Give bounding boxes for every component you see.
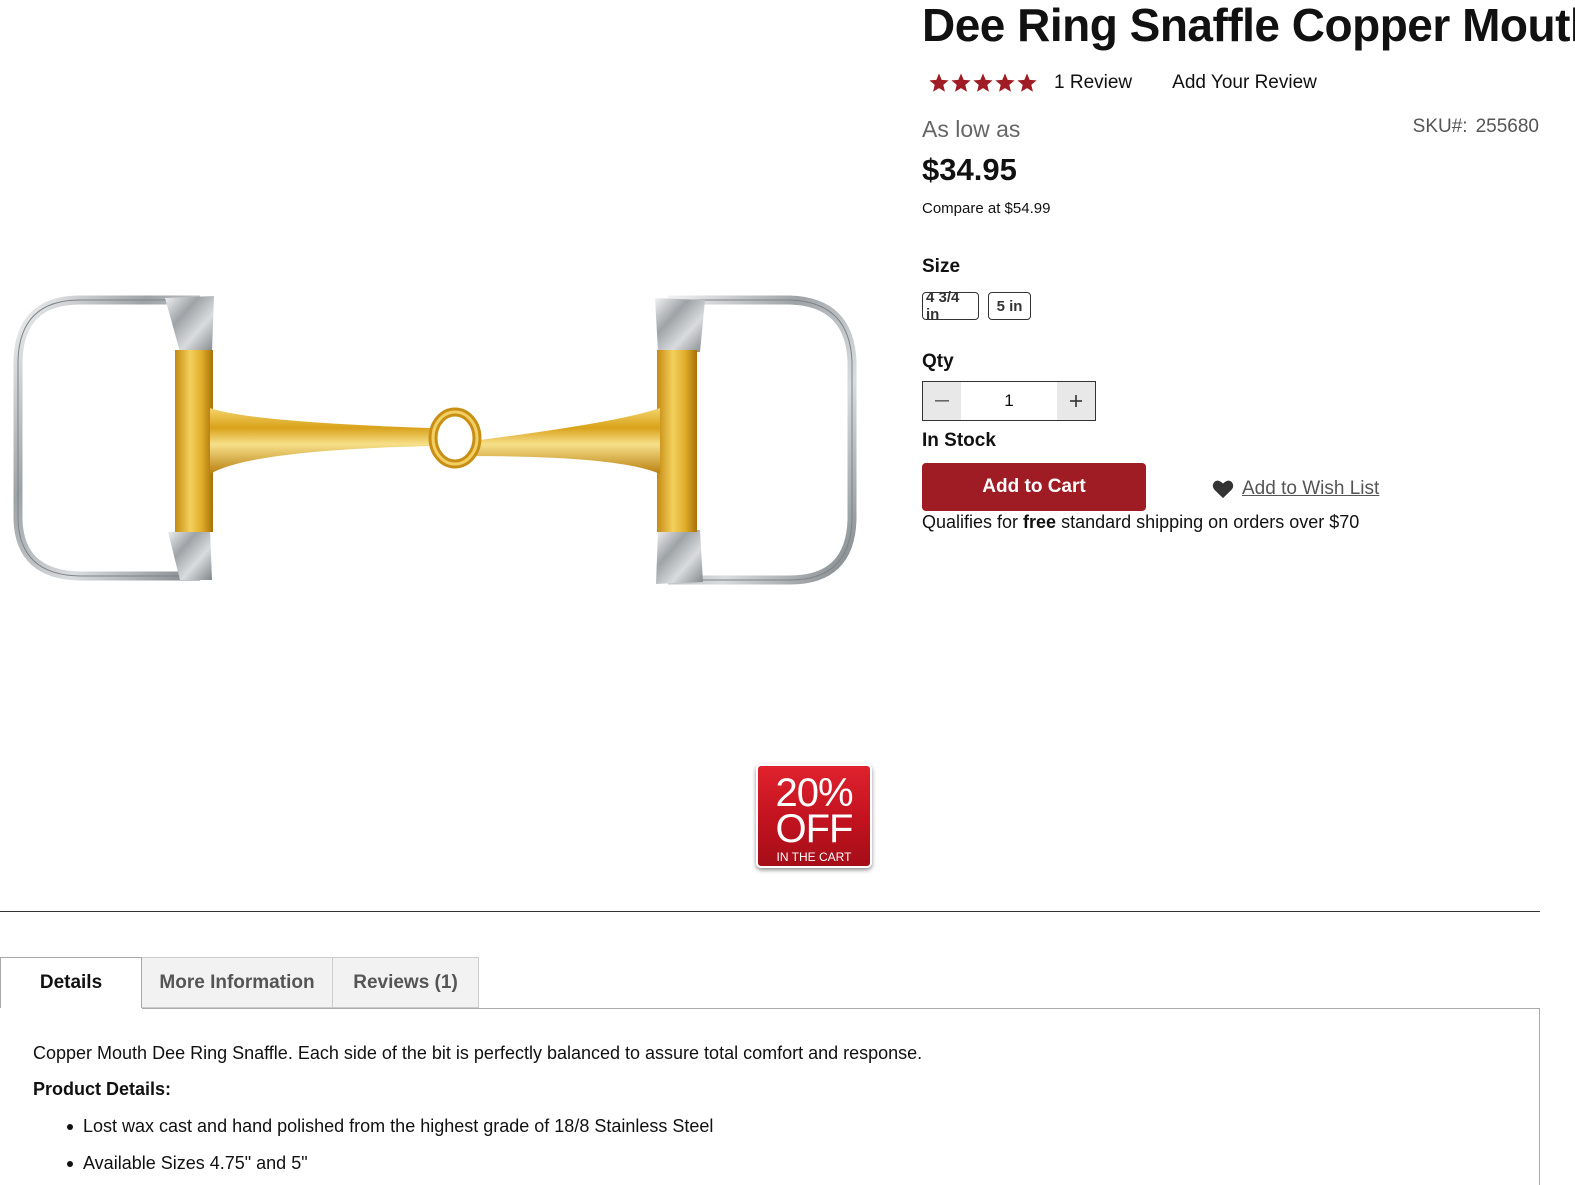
- sku-value: 255680: [1475, 116, 1539, 137]
- size-option-4-3-4-in[interactable]: 4 3/4 in: [922, 289, 979, 323]
- plus-icon: [1070, 395, 1082, 407]
- size-options: 4 3/4 in 5 in: [922, 289, 1031, 323]
- list-item-text: Available Sizes 4.75" and 5": [83, 1153, 308, 1173]
- list-item: Lost wax cast and hand polished from the…: [33, 1111, 713, 1148]
- product-title: Dee Ring Snaffle Copper Mouth: [922, 0, 1575, 51]
- size-option-5-in[interactable]: 5 in: [988, 292, 1031, 320]
- promo-percent: 20%: [775, 771, 853, 815]
- product-details-heading: Product Details:: [33, 1079, 172, 1099]
- star-rating[interactable]: [928, 72, 1038, 94]
- product-image[interactable]: [0, 250, 880, 630]
- qty-input[interactable]: 1: [961, 382, 1057, 420]
- snaffle-bit-illustration: [13, 295, 857, 585]
- compare-at-price: Compare at $54.99: [922, 200, 1051, 217]
- shipping-free: free: [1023, 512, 1057, 532]
- qty-decrease-button[interactable]: [923, 382, 961, 420]
- promo-off: OFF: [775, 807, 854, 851]
- qty-label: Qty: [922, 351, 954, 372]
- heart-icon: [1212, 480, 1234, 499]
- add-review-link[interactable]: Add Your Review: [1172, 72, 1317, 94]
- review-count: 1: [1054, 72, 1065, 93]
- star-icon: [1017, 73, 1037, 92]
- shipping-prefix: Qualifies for: [922, 512, 1024, 532]
- rating-row: 1 Review Add Your Review: [928, 66, 1317, 100]
- product-tabs: Details More Information Reviews (1): [0, 957, 479, 1009]
- review-label: Review: [1069, 72, 1133, 93]
- star-icon: [973, 73, 993, 92]
- product-price: $34.95: [922, 152, 1017, 187]
- active-tab-connector: [0, 1008, 142, 1010]
- review-count-link[interactable]: 1 Review: [1054, 72, 1132, 94]
- list-item: Available Sizes 4.75" and 5": [33, 1148, 713, 1185]
- section-divider: [0, 911, 1540, 912]
- sku-label: SKU#:: [1412, 116, 1468, 137]
- bullet-icon: [67, 1124, 73, 1130]
- shipping-suffix: standard shipping on orders over $70: [1056, 512, 1360, 532]
- product-details-list: Lost wax cast and hand polished from the…: [33, 1111, 713, 1185]
- shipping-note: Qualifies for free standard shipping on …: [922, 512, 1359, 533]
- promo-badge: 20% OFF IN THE CART: [756, 764, 872, 868]
- product-description: Copper Mouth Dee Ring Snaffle. Each side…: [33, 1043, 923, 1063]
- promo-subtext: IN THE CART: [776, 850, 852, 864]
- minus-icon: [935, 400, 949, 402]
- tab-reviews[interactable]: Reviews (1): [333, 957, 479, 1008]
- quantity-stepper: 1: [922, 381, 1096, 421]
- as-low-as-label: As low as: [922, 116, 1021, 142]
- add-to-wishlist-link[interactable]: Add to Wish List: [1212, 478, 1379, 500]
- star-icon: [995, 73, 1015, 92]
- tab-details[interactable]: Details: [0, 957, 142, 1009]
- details-panel: Copper Mouth Dee Ring Snaffle. Each side…: [0, 1008, 1540, 1185]
- wishlist-label: Add to Wish List: [1242, 478, 1380, 499]
- add-to-cart-button[interactable]: Add to Cart: [922, 463, 1146, 511]
- sku: SKU#: 255680: [1413, 116, 1539, 138]
- star-icon: [951, 73, 971, 92]
- size-label: Size: [922, 256, 961, 277]
- stock-status: In Stock: [922, 430, 996, 451]
- bullet-icon: [67, 1161, 73, 1167]
- list-item-text: Lost wax cast and hand polished from the…: [83, 1116, 714, 1136]
- product-page: 20% OFF IN THE CART Dee Ring Snaffle Cop…: [0, 0, 1575, 1185]
- qty-increase-button[interactable]: [1057, 382, 1095, 420]
- star-icon: [929, 73, 949, 92]
- tab-more-information[interactable]: More Information: [142, 957, 333, 1008]
